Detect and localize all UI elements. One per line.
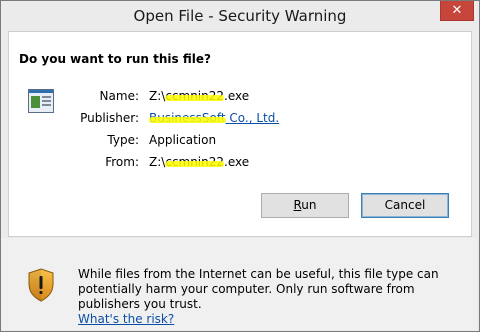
name-label: Name: bbox=[99, 89, 139, 103]
dialog-question: Do you want to run this file? bbox=[19, 52, 211, 66]
title-bar: Open File - Security Warning ✕ bbox=[1, 1, 479, 31]
redacted-from: ccmnin22 bbox=[165, 155, 225, 169]
from-label: From: bbox=[105, 155, 139, 169]
from-value: Z:\ccmnin22.exe bbox=[149, 155, 250, 169]
whats-the-risk-link[interactable]: What's the risk? bbox=[78, 312, 458, 327]
warning-text: While files from the Internet can be use… bbox=[78, 267, 458, 327]
window-title: Open File - Security Warning bbox=[133, 7, 347, 25]
shield-warning-icon bbox=[28, 268, 54, 302]
name-value: Z:\ccmnin22.exe bbox=[149, 89, 250, 103]
publisher-link[interactable]: BusinessSoft Co., Ltd. bbox=[149, 111, 279, 125]
redacted-name: ccmnin22 bbox=[165, 89, 225, 103]
type-value: Application bbox=[149, 133, 217, 147]
publisher-label: Publisher: bbox=[80, 111, 139, 125]
type-label: Type: bbox=[107, 133, 139, 147]
close-icon: ✕ bbox=[451, 3, 463, 18]
cancel-button[interactable]: Cancel bbox=[361, 193, 449, 218]
run-button[interactable]: Run bbox=[261, 193, 349, 218]
close-button[interactable]: ✕ bbox=[440, 1, 474, 21]
redacted-publisher: BusinessSoft bbox=[149, 111, 226, 125]
application-window-icon bbox=[28, 89, 54, 113]
